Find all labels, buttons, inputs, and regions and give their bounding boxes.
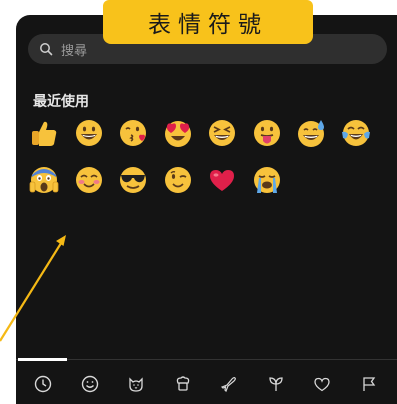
screaming-face-icon[interactable] [27,163,61,197]
food-icon[interactable] [166,367,200,401]
flag-icon[interactable] [352,367,386,401]
emoji-category-tabs [26,367,386,401]
tab-bar-divider [16,359,397,360]
winking-face-icon[interactable] [161,163,195,197]
tears-of-joy-icon[interactable] [339,116,373,150]
animal-icon[interactable] [119,367,153,401]
thumbs-up-icon[interactable] [27,116,61,150]
travel-plane-icon[interactable] [212,367,246,401]
recent-section-title: 最近使用 [33,94,89,110]
loudly-crying-face-icon[interactable] [250,163,284,197]
search-placeholder: 搜尋 [61,43,88,59]
smiling-blushing-face-icon[interactable] [72,163,106,197]
emoji-panel-title: 表情符號 [103,0,313,44]
red-heart-icon[interactable] [205,163,239,197]
smiley-icon[interactable] [73,367,107,401]
grinning-squinting-face-icon[interactable] [205,116,239,150]
grinning-sweat-icon[interactable] [294,116,328,150]
plant-icon[interactable] [259,367,293,401]
search-icon [40,43,53,56]
recent-clock-icon[interactable] [26,367,60,401]
face-with-tongue-icon[interactable] [250,116,284,150]
heart-outline-icon[interactable] [305,367,339,401]
face-blowing-kiss-icon[interactable] [116,116,150,150]
emoji-panel [16,15,397,404]
emoji-grid [27,116,387,197]
sunglasses-face-icon[interactable] [116,163,150,197]
grinning-face-icon[interactable] [72,116,106,150]
heart-eyes-icon[interactable] [161,116,195,150]
active-tab-indicator [18,358,67,361]
